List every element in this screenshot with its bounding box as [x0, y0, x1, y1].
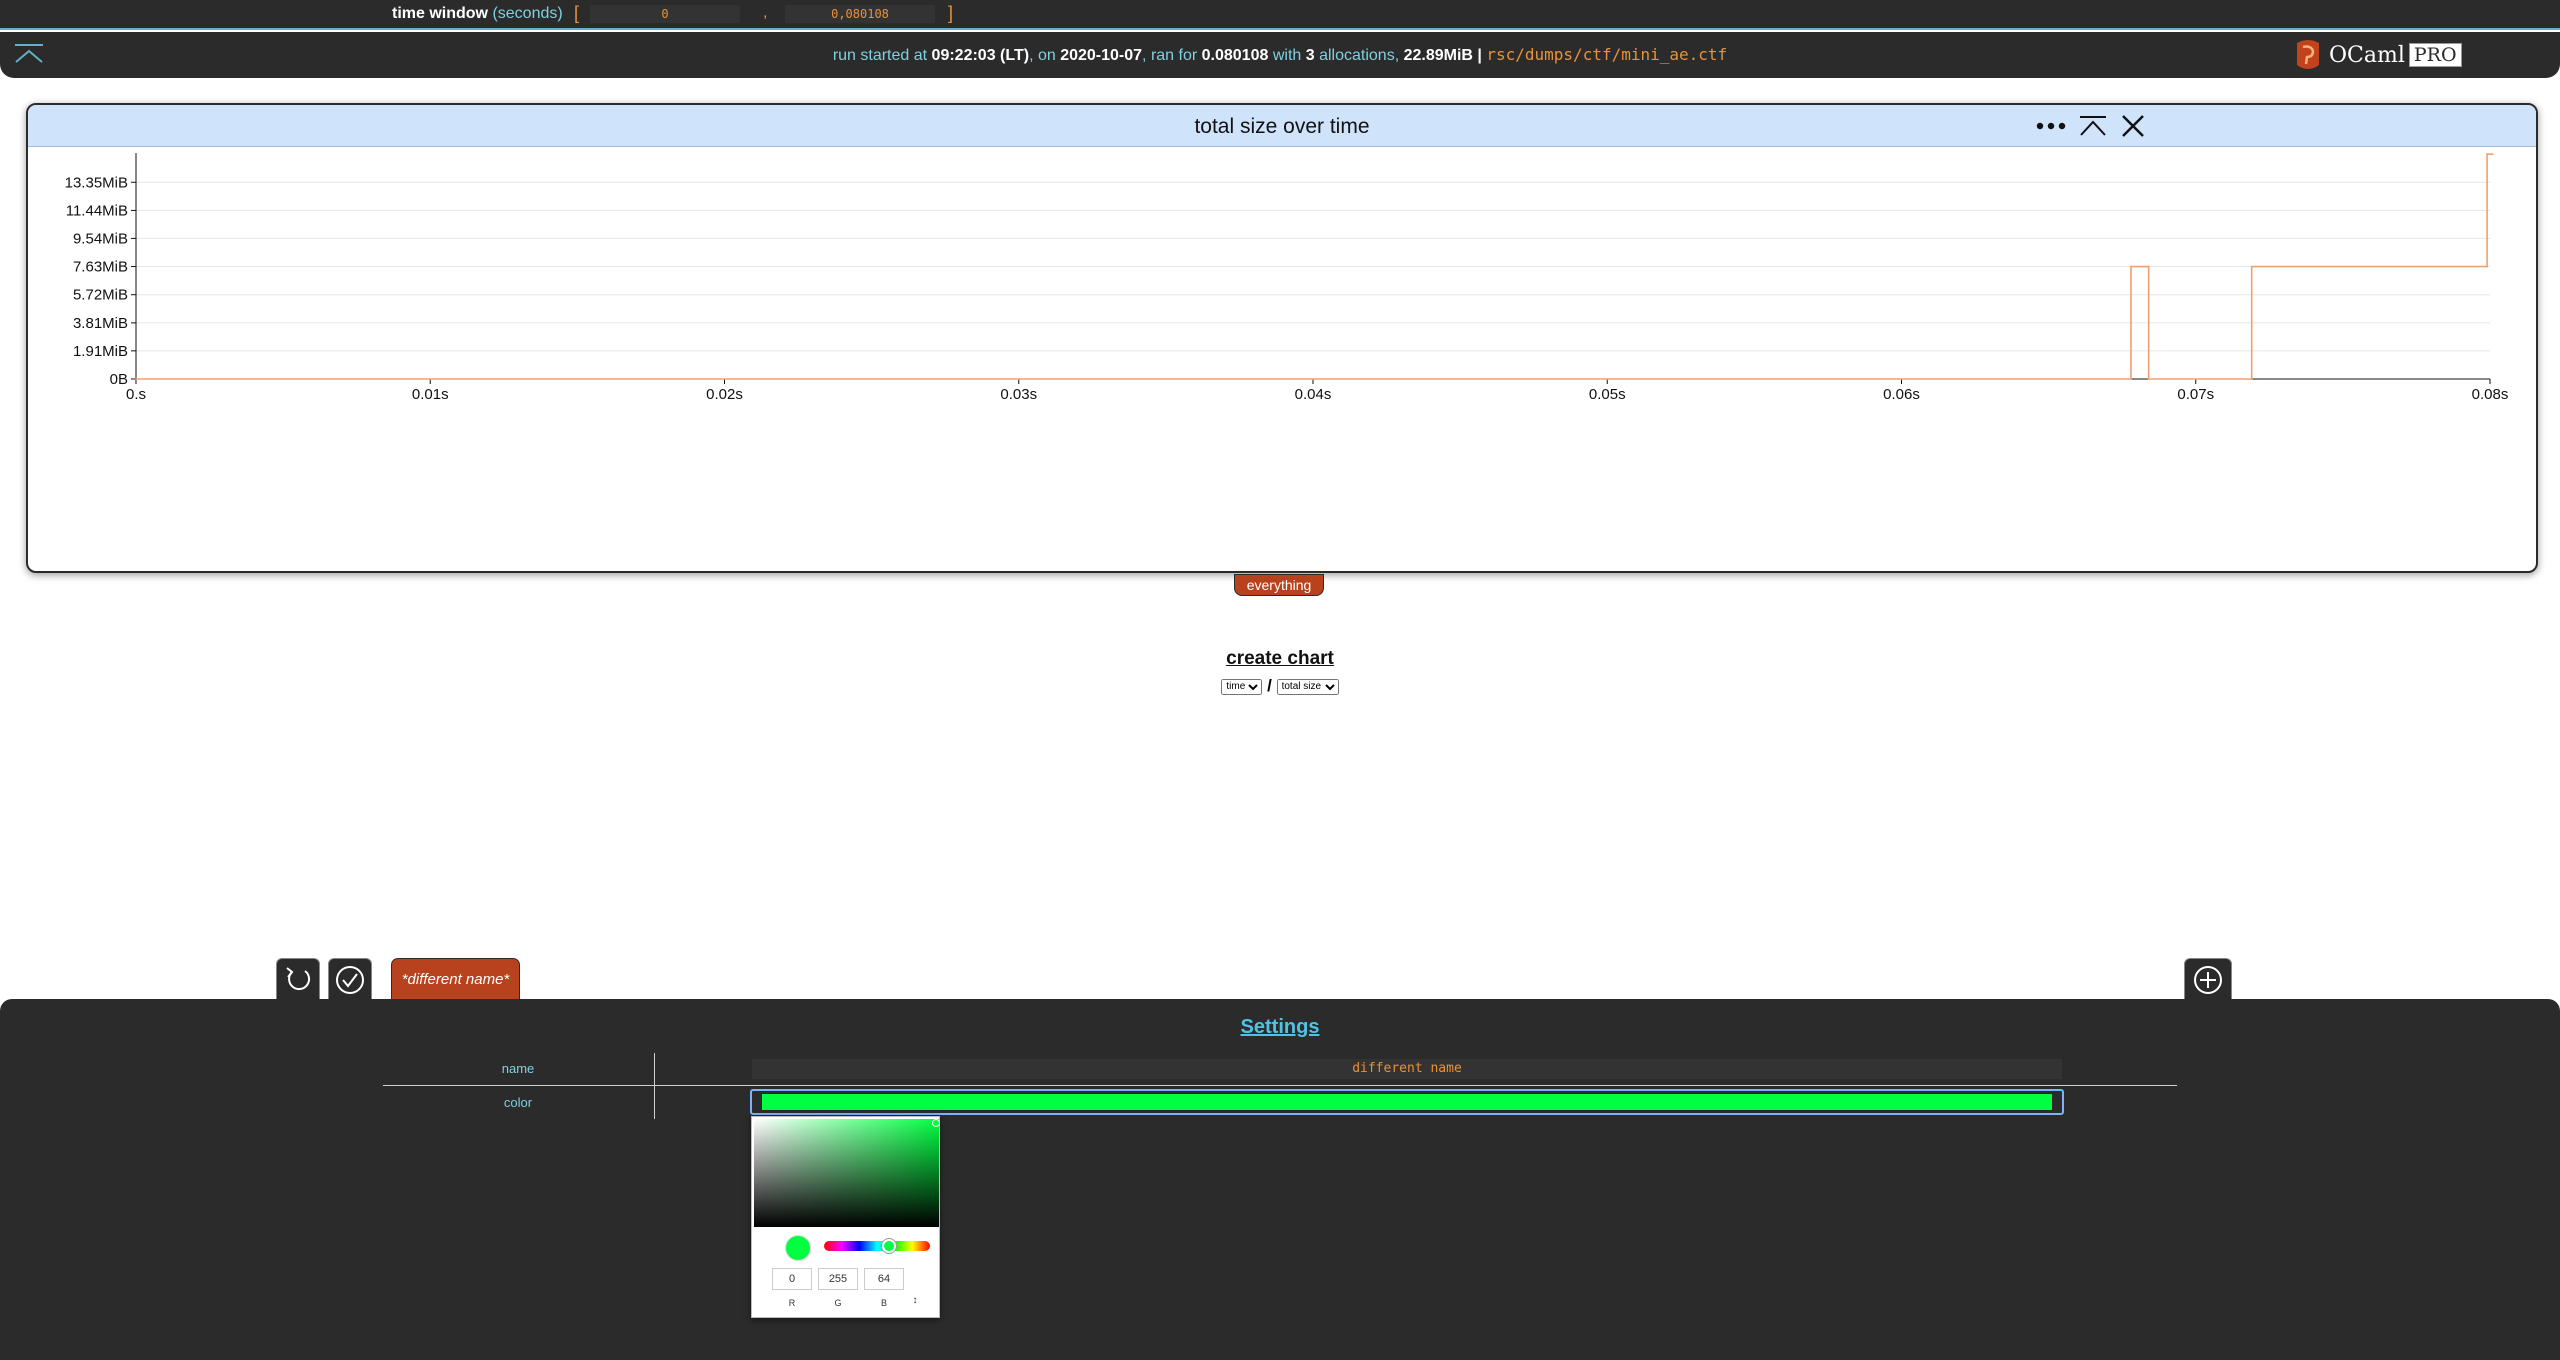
chart-panel: total size over time 0B 1.91MiB 3.81MiB 5.7… [26, 103, 2538, 573]
data-point [2486, 265, 2488, 268]
x-tick-label: 0.03s [1000, 386, 1037, 403]
time-window-title: time window [392, 5, 488, 22]
time-window-start-input[interactable]: 0 [590, 5, 740, 23]
data-point [2492, 153, 2494, 155]
color-swatch [762, 1094, 2052, 1110]
x-tick-label: 0.s [126, 386, 146, 403]
with-label: with [1272, 47, 1302, 64]
tick-labels: 0B1.91MiB3.81MiB5.72MiB7.63MiB9.54MiB11.… [65, 174, 2509, 403]
on-label: , on [1029, 47, 1056, 64]
comma: , [763, 4, 768, 21]
settings-panel: Settings name color different name [0, 999, 2560, 1360]
time-window-end-input[interactable]: 0,080108 [785, 5, 935, 23]
y-tick-label: 13.35MiB [65, 174, 128, 191]
x-tick-label: 0.08s [2472, 386, 2509, 403]
saturation-value-area[interactable] [754, 1119, 939, 1227]
data-point [2147, 378, 2150, 380]
time-window-label: time window (seconds) [392, 5, 563, 23]
green-label: G [834, 1298, 842, 1308]
close-bracket: ] [948, 3, 954, 23]
allocation-count: 3 [1305, 47, 1315, 64]
ocamlpro-logo: OCaml PRO [2293, 37, 2462, 73]
color-picker: 0 255 64 R G B ↕ [751, 1116, 940, 1318]
run-info-header: run started at 09:22:03 (LT), on 2020-10… [0, 32, 2560, 78]
x-axis-select[interactable]: time [1221, 678, 1263, 695]
run-start-time: 09:22:03 (LT) [931, 47, 1030, 64]
y-tick-label: 1.91MiB [73, 343, 128, 360]
more-icon[interactable] [2034, 111, 2068, 141]
ran-for-label: , ran for [1142, 47, 1198, 64]
data-point [2130, 378, 2132, 380]
x-tick-label: 0.05s [1589, 386, 1626, 403]
undo-icon [286, 967, 311, 991]
ocaml-camel-icon [2297, 40, 2319, 69]
y-tick-label: 3.81MiB [73, 315, 128, 332]
run-date: 2020-10-07 [1060, 47, 1143, 64]
name-label: name [501, 1061, 535, 1076]
axes [131, 153, 2491, 384]
red-label: R [788, 1298, 796, 1308]
x-tick-label: 0.07s [2177, 386, 2214, 403]
name-input[interactable]: different name [752, 1059, 2062, 1079]
plus-circle-icon [2194, 966, 2222, 994]
data-point [2250, 378, 2253, 380]
brand-suffix: PRO [2408, 43, 2462, 67]
y-tick-label: 9.54MiB [73, 230, 128, 247]
hue-knob-fill [884, 1241, 894, 1251]
y-tick-label: 5.72MiB [73, 287, 128, 304]
color-mode-toggle[interactable]: ↕ [908, 1295, 922, 1311]
settings-title[interactable]: Settings [0, 1016, 2560, 1039]
chart-title: total size over time [1194, 115, 1370, 138]
filter-tab-active[interactable]: *different name* [391, 958, 520, 1000]
undo-button[interactable] [276, 958, 320, 1000]
x-tick-label: 0.02s [706, 386, 743, 403]
add-filter-button[interactable] [2184, 958, 2232, 1000]
check-circle-icon [336, 966, 364, 994]
green-input[interactable]: 255 [818, 1268, 858, 1290]
open-bracket: [ [574, 3, 580, 23]
time-window-bar: time window (seconds) [ 0 , 0,080108 ] [0, 0, 2560, 30]
saturation-value-handle[interactable] [932, 1119, 940, 1127]
red-input[interactable]: 0 [772, 1268, 812, 1290]
allocations-label: allocations, [1319, 47, 1400, 64]
blue-input[interactable]: 64 [864, 1268, 904, 1290]
hue-slider-knob[interactable] [881, 1238, 897, 1254]
gridlines [136, 181, 2490, 380]
hue-slider[interactable] [824, 1241, 930, 1251]
run-duration: 0.080108 [1201, 47, 1269, 64]
confirm-button[interactable] [328, 958, 372, 1000]
axis-separator: / [1267, 676, 1272, 695]
collapse-icon[interactable] [2078, 111, 2108, 141]
chart-header: total size over time [28, 105, 2536, 147]
color-preview [785, 1235, 811, 1261]
data-point [2486, 153, 2488, 155]
create-chart-row: time / total size [0, 676, 2560, 696]
chart-plot: 0B1.91MiB3.81MiB5.72MiB7.63MiB9.54MiB11.… [65, 153, 2509, 403]
total-size: 22.89MiB [1403, 47, 1473, 64]
color-field[interactable] [750, 1089, 2064, 1115]
data-point [2250, 265, 2253, 268]
separator: | [1477, 47, 1482, 64]
close-icon[interactable] [2118, 111, 2148, 141]
data-point [2147, 265, 2150, 268]
time-window-unit: (seconds) [492, 5, 563, 22]
column-divider [654, 1053, 655, 1119]
dump-path: rsc/dumps/ctf/mini_ae.ctf [1486, 45, 1728, 64]
run-info: run started at 09:22:03 (LT), on 2020-10… [0, 45, 2560, 65]
color-label: color [503, 1095, 533, 1110]
create-chart-button[interactable]: create chart [0, 648, 2560, 670]
x-tick-label: 0.01s [412, 386, 449, 403]
brand-name: OCaml [2329, 42, 2405, 68]
run-started-label: run started at [832, 47, 928, 64]
x-tick-label: 0.04s [1295, 386, 1332, 403]
x-tick-label: 0.06s [1883, 386, 1920, 403]
data-point [2130, 265, 2132, 268]
blue-label: B [880, 1298, 887, 1308]
filter-tag-everything[interactable]: everything [1234, 574, 1324, 596]
row-divider [383, 1085, 2177, 1086]
y-tick-label: 11.44MiB [66, 202, 128, 219]
y-axis-select[interactable]: total size [1276, 678, 1339, 695]
data-point [135, 378, 137, 380]
y-tick-label: 7.63MiB [73, 259, 128, 276]
